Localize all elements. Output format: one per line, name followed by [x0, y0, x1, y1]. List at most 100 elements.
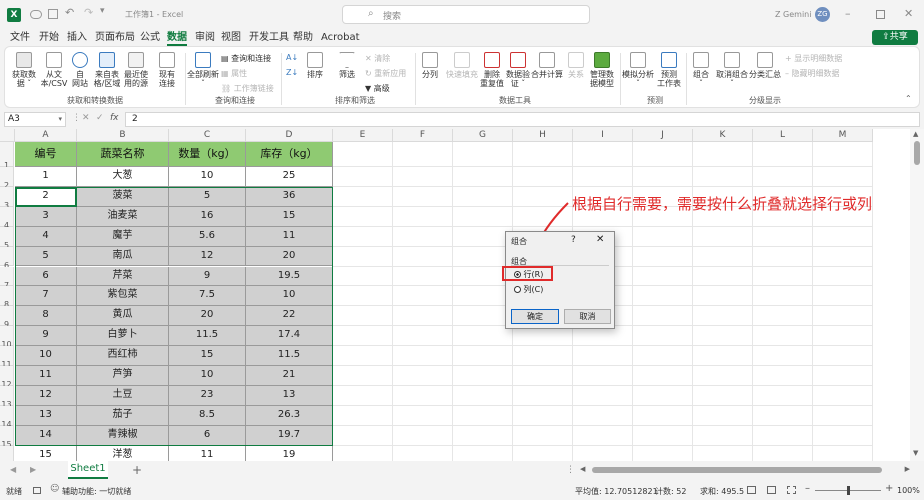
cell-id[interactable]: 1	[15, 167, 77, 187]
consolidate-button[interactable]: 合并计算	[531, 52, 563, 79]
row-header-16[interactable]: 16	[0, 445, 14, 461]
row-header-13[interactable]: 13	[0, 385, 14, 409]
status-accessibility[interactable]: 辅助功能: 一切就绪	[62, 486, 131, 497]
table-header-id[interactable]: 编号	[15, 142, 77, 167]
vertical-scrollbar[interactable]: ▲ ▼	[910, 129, 924, 461]
page-layout-view-icon[interactable]	[767, 486, 776, 494]
row-header-8[interactable]: 8	[0, 286, 14, 309]
minimize-button[interactable]: –	[845, 7, 851, 20]
cell-name[interactable]: 大葱	[77, 167, 169, 187]
fbar-options-icon[interactable]: ⋮	[72, 113, 81, 123]
recent-sources-button[interactable]: 最近使 用的源	[122, 52, 150, 88]
row-header-5[interactable]: 5	[0, 226, 14, 250]
zoom-slider-thumb[interactable]	[847, 486, 850, 495]
autosave-toggle-icon[interactable]	[30, 10, 42, 19]
formula-input[interactable]: 2	[125, 112, 920, 127]
dialog-close-button[interactable]: ✕	[596, 234, 604, 245]
column-header-a[interactable]: A	[15, 129, 77, 142]
edit-links-button[interactable]: ⛓ 工作簿链接	[221, 83, 274, 94]
table-header-name[interactable]: 蔬菜名称	[77, 142, 169, 167]
insert-function-icon[interactable]: fx	[110, 113, 119, 123]
customize-qat-icon[interactable]: ▾	[100, 6, 105, 16]
column-header-i[interactable]: I	[573, 129, 633, 142]
sort-button[interactable]: 排序	[303, 52, 327, 79]
clear-filter-button[interactable]: ✕ 清除	[365, 53, 390, 64]
status-sum[interactable]: 求和: 495.5	[700, 486, 744, 497]
status-count[interactable]: 计数: 52	[655, 486, 686, 497]
remove-duplicates-button[interactable]: 删除 重复值	[479, 52, 505, 88]
cell-id[interactable]: 15	[15, 445, 77, 461]
row-header-10[interactable]: 10	[0, 326, 14, 349]
table-header-quantity[interactable]: 数量（kg）	[169, 142, 246, 167]
show-detail-button[interactable]: + 显示明细数据	[785, 53, 842, 64]
tab-insert[interactable]: 插入	[67, 30, 87, 46]
column-header-k[interactable]: K	[693, 129, 753, 142]
prev-sheet-icon[interactable]: ◀	[10, 465, 16, 474]
from-table-button[interactable]: 来自表 格/区域	[93, 52, 121, 88]
tab-help[interactable]: 帮助	[293, 30, 313, 46]
next-sheet-icon[interactable]: ▶	[30, 465, 36, 474]
column-header-m[interactable]: M	[813, 129, 873, 142]
tab-file[interactable]: 文件	[10, 30, 30, 46]
table-header-stock[interactable]: 库存（kg）	[246, 142, 333, 167]
row-header-4[interactable]: 4	[0, 206, 14, 230]
hide-detail-button[interactable]: – 隐藏明细数据	[785, 68, 840, 79]
row-header-12[interactable]: 12	[0, 366, 14, 389]
row-header-14[interactable]: 14	[0, 405, 14, 429]
radio-columns[interactable]: 列(C)	[514, 284, 543, 295]
tab-splitter-icon[interactable]: ⋮	[566, 465, 575, 475]
avatar[interactable]: ZG	[815, 7, 830, 22]
relationships-button[interactable]: 关系	[565, 52, 587, 79]
existing-connections-button[interactable]: 现有 连接	[155, 52, 179, 88]
radio-rows[interactable]: 行(R)	[514, 269, 543, 280]
from-web-button[interactable]: 自 网站	[69, 52, 91, 88]
from-csv-button[interactable]: 从文 本/CSV	[40, 52, 68, 88]
tab-formulas[interactable]: 公式	[140, 30, 160, 46]
cell-name[interactable]: 洋葱	[77, 445, 169, 461]
column-header-l[interactable]: L	[753, 129, 813, 142]
column-header-b[interactable]: B	[77, 129, 169, 142]
zoom-slider[interactable]	[815, 486, 881, 495]
select-all-corner[interactable]	[0, 129, 15, 142]
ungroup-button[interactable]: 取消组合 ˇ	[715, 52, 749, 88]
horizontal-scroll-thumb[interactable]	[592, 467, 882, 473]
macro-record-icon[interactable]	[33, 487, 41, 494]
properties-button[interactable]: ▦ 属性	[221, 68, 247, 79]
text-to-columns-button[interactable]: 分列	[418, 52, 442, 79]
status-average[interactable]: 平均值: 12.70512821	[575, 486, 658, 497]
column-header-c[interactable]: C	[169, 129, 246, 142]
collapse-ribbon-icon[interactable]: ⌃	[905, 94, 912, 103]
column-header-g[interactable]: G	[453, 129, 513, 142]
column-header-f[interactable]: F	[393, 129, 453, 142]
tab-data[interactable]: 数据	[167, 30, 187, 46]
cancel-button[interactable]: 取消	[564, 309, 611, 324]
scroll-thumb[interactable]	[914, 141, 920, 165]
zoom-level[interactable]: 100%	[897, 486, 920, 495]
data-model-button[interactable]: 管理数 据模型	[588, 52, 616, 88]
forecast-sheet-button[interactable]: 预测 工作表	[655, 52, 683, 88]
scroll-left-icon[interactable]: ◀	[580, 465, 585, 473]
scroll-down-icon[interactable]: ▼	[913, 449, 918, 457]
row-header-9[interactable]: 9	[0, 306, 14, 329]
column-header-d[interactable]: D	[246, 129, 333, 142]
row-header-3[interactable]: 3	[0, 186, 14, 210]
page-break-view-icon[interactable]	[787, 486, 796, 494]
filter-button[interactable]: 筛选	[335, 52, 359, 79]
tab-review[interactable]: 审阅	[195, 30, 215, 46]
sort-za-icon[interactable]: Z↓	[286, 68, 298, 77]
cancel-entry-icon[interactable]: ✕	[82, 113, 90, 123]
tab-acrobat[interactable]: Acrobat	[321, 30, 360, 46]
dialog-help-button[interactable]: ?	[571, 235, 576, 245]
row-header-1[interactable]: 1	[0, 142, 14, 170]
tab-view[interactable]: 视图	[221, 30, 241, 46]
tab-developer[interactable]: 开发工具	[249, 30, 289, 46]
tab-page-layout[interactable]: 页面布局	[95, 30, 135, 46]
search-box[interactable]: ⌕ 搜索	[342, 5, 590, 24]
cell-quantity[interactable]: 10	[169, 167, 246, 187]
save-icon[interactable]	[48, 9, 58, 19]
zoom-out-icon[interactable]: –	[805, 483, 810, 494]
add-sheet-button[interactable]: +	[132, 463, 142, 477]
confirm-entry-icon[interactable]: ✓	[96, 113, 104, 123]
advanced-filter-button[interactable]: ▼ 高级	[365, 83, 390, 94]
sheet-tab-sheet1[interactable]: Sheet1	[68, 461, 108, 479]
